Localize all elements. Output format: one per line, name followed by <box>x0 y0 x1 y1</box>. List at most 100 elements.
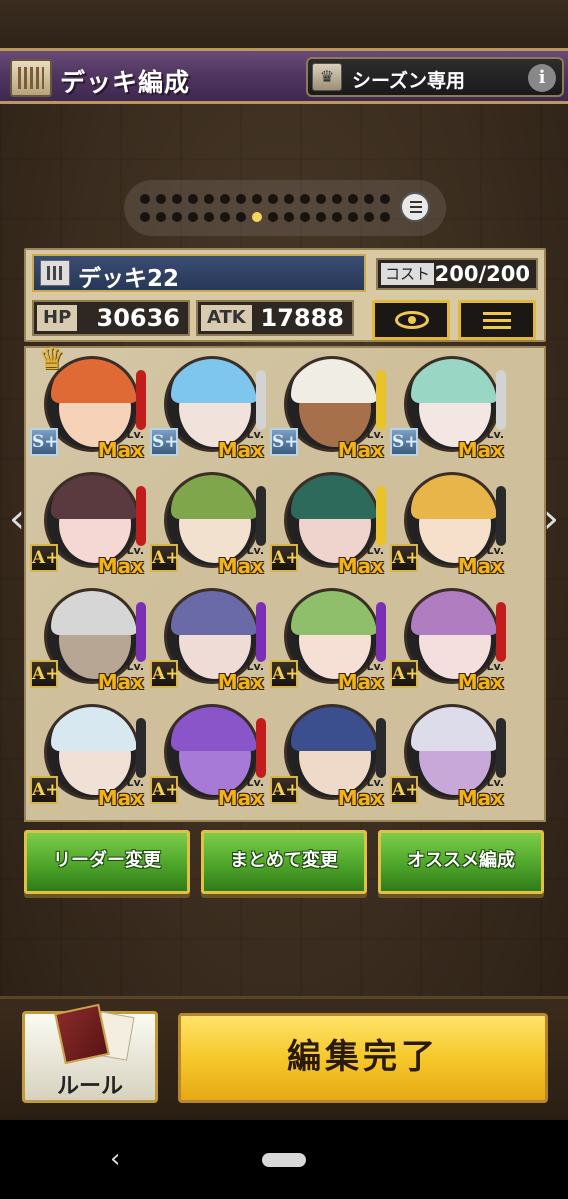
pager-dot-active[interactable] <box>252 212 262 222</box>
view-toggle-button[interactable] <box>372 300 450 340</box>
pager-dot[interactable] <box>236 194 246 204</box>
attribute-ring <box>136 370 146 430</box>
back-icon[interactable]: ‹ <box>110 1144 130 1174</box>
level-badge: Lv. Max <box>98 661 144 692</box>
character-card[interactable]: A+ Lv. Max <box>270 466 388 578</box>
attribute-ring <box>376 602 386 662</box>
character-card[interactable]: A+ Lv. Max <box>270 582 388 694</box>
leader-change-button[interactable]: リーダー変更 <box>24 830 190 894</box>
pager-dot[interactable] <box>220 194 230 204</box>
pager-dot[interactable] <box>380 194 390 204</box>
pager-dot[interactable] <box>220 212 230 222</box>
edit-complete-button[interactable]: 編集完了 <box>178 1013 548 1103</box>
pager-dots-row-2 <box>140 212 390 222</box>
character-card[interactable]: A+ Lv. Max <box>270 698 388 810</box>
pager-dot[interactable] <box>156 194 166 204</box>
pager-dot[interactable] <box>172 194 182 204</box>
level-badge: Lv. Max <box>98 429 144 460</box>
character-card[interactable]: A+ Lv. Max <box>30 582 148 694</box>
character-card[interactable]: A+ Lv. Max <box>390 698 508 810</box>
rule-button[interactable]: ルール <box>22 1003 158 1103</box>
character-card[interactable]: A+ Lv. Max <box>390 582 508 694</box>
level-value: Max <box>337 554 384 578</box>
pager-dot[interactable] <box>332 212 342 222</box>
info-icon[interactable]: i <box>528 64 556 92</box>
next-deck-arrow-icon[interactable]: › <box>536 494 566 544</box>
character-grid: ♛ S+ Lv. Max S+ Lv. Max S+ Lv. Max S+ Lv. Max A+ Lv. Ma… <box>24 342 546 822</box>
cost-box: コスト 200/200 <box>376 258 538 290</box>
deck-name-box[interactable]: デッキ22 <box>32 254 366 292</box>
character-card[interactable]: S+ Lv. Max <box>270 350 388 462</box>
pager-dot[interactable] <box>364 194 374 204</box>
status-area <box>0 0 568 48</box>
rule-label: ルール <box>56 1074 123 1099</box>
pager-dot[interactable] <box>204 194 214 204</box>
system-nav-bar: ‹ <box>0 1120 568 1199</box>
hp-value: 30636 <box>96 304 181 332</box>
attribute-ring <box>256 370 266 430</box>
attribute-ring <box>136 718 146 778</box>
leader-crown-icon: ♛ <box>38 342 65 377</box>
pager-dot[interactable] <box>300 194 310 204</box>
attribute-ring <box>256 602 266 662</box>
character-card[interactable]: A+ Lv. Max <box>150 582 268 694</box>
pager-dot[interactable] <box>268 212 278 222</box>
rarity-badge: A+ <box>150 776 179 804</box>
pager-dot[interactable] <box>172 212 182 222</box>
pager-dot[interactable] <box>348 212 358 222</box>
pager-dot[interactable] <box>380 212 390 222</box>
pager-dot[interactable] <box>140 194 150 204</box>
character-card[interactable]: A+ Lv. Max <box>150 698 268 810</box>
bulk-change-button[interactable]: まとめて変更 <box>201 830 367 894</box>
character-card[interactable]: ♛ S+ Lv. Max <box>30 342 148 462</box>
deck-info-panel: デッキ22 コスト 200/200 HP 30636 ATK 17888 <box>24 248 546 342</box>
deck-list-icon[interactable] <box>400 192 430 222</box>
pager-dot[interactable] <box>316 194 326 204</box>
character-card[interactable]: A+ Lv. Max <box>150 466 268 578</box>
rarity-badge: S+ <box>30 428 59 456</box>
pager-dot[interactable] <box>284 194 294 204</box>
hp-box: HP 30636 <box>32 300 190 336</box>
pager-dot[interactable] <box>140 212 150 222</box>
pager-dot[interactable] <box>348 194 358 204</box>
menu-button[interactable] <box>458 300 536 340</box>
pager-dot[interactable] <box>204 212 214 222</box>
character-card[interactable]: A+ Lv. Max <box>390 466 508 578</box>
crown-icon: ♛ <box>312 63 342 91</box>
character-card[interactable]: S+ Lv. Max <box>390 350 508 462</box>
level-badge: Lv. Max <box>218 777 264 808</box>
rarity-badge: A+ <box>390 660 419 688</box>
pager-dot[interactable] <box>284 212 294 222</box>
eye-icon <box>395 311 429 329</box>
level-badge: Lv. Max <box>98 777 144 808</box>
pager-dot[interactable] <box>332 194 342 204</box>
pager-dot[interactable] <box>268 194 278 204</box>
rarity-badge: A+ <box>270 660 299 688</box>
pager-dot[interactable] <box>316 212 326 222</box>
level-value: Max <box>457 438 504 462</box>
page-title: デッキ編成 <box>60 68 191 97</box>
character-card[interactable]: A+ Lv. Max <box>30 698 148 810</box>
recommended-formation-button[interactable]: オススメ編成 <box>378 830 544 894</box>
pager-dot[interactable] <box>364 212 374 222</box>
level-value: Max <box>217 554 264 578</box>
character-card[interactable]: A+ Lv. Max <box>30 466 148 578</box>
pager-dot[interactable] <box>236 212 246 222</box>
deck-number-icon <box>40 260 70 286</box>
home-pill-icon[interactable] <box>262 1153 306 1167</box>
level-value: Max <box>97 786 144 810</box>
prev-deck-arrow-icon[interactable]: ‹ <box>2 494 32 544</box>
character-card[interactable]: S+ Lv. Max <box>150 350 268 462</box>
pager-dot[interactable] <box>188 212 198 222</box>
pager-dot[interactable] <box>188 194 198 204</box>
season-label: シーズン専用 <box>352 70 466 92</box>
pager-dot[interactable] <box>300 212 310 222</box>
level-value: Max <box>97 554 144 578</box>
attribute-ring <box>376 370 386 430</box>
season-only-button[interactable]: ♛ シーズン専用 i <box>306 57 564 97</box>
pager-dot[interactable] <box>252 194 262 204</box>
deck-pager[interactable] <box>124 180 446 236</box>
level-badge: Lv. Max <box>218 545 264 576</box>
pager-dot[interactable] <box>156 212 166 222</box>
rarity-badge: A+ <box>30 776 59 804</box>
